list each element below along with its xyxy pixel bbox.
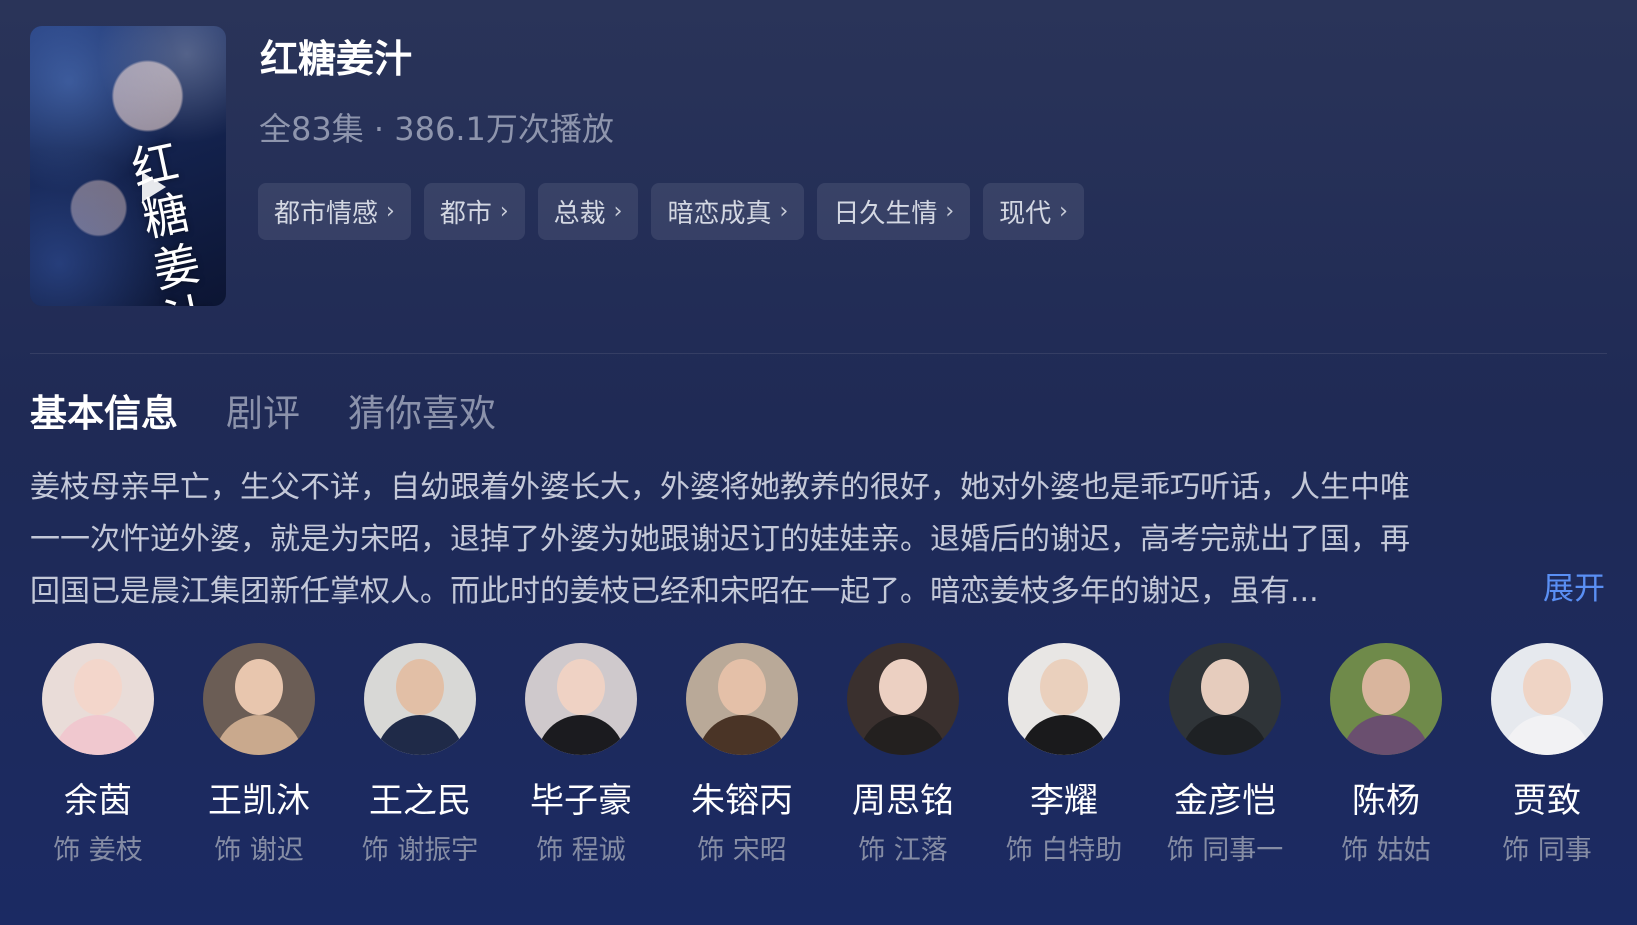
cast-name: 贾致 <box>1513 781 1581 821</box>
cast-name: 金彦恺 <box>1174 781 1276 821</box>
avatar-body-shape <box>859 715 947 755</box>
cast-role: 饰 谢迟 <box>214 835 304 866</box>
cast-name: 毕子豪 <box>530 781 632 821</box>
cast-name: 陈杨 <box>1352 781 1420 821</box>
avatar-head-shape <box>1201 659 1249 715</box>
cast-name: 王凯沐 <box>208 781 310 821</box>
info-tabs: 基本信息 剧评 猜你喜欢 <box>30 383 496 437</box>
cast-role: 饰 宋昭 <box>697 835 787 866</box>
cast-name: 李耀 <box>1030 781 1098 821</box>
avatar <box>364 643 476 755</box>
avatar <box>686 643 798 755</box>
tab-basic-info[interactable]: 基本信息 <box>30 383 178 437</box>
avatar <box>1008 643 1120 755</box>
expand-button[interactable]: 展开 <box>1543 563 1605 608</box>
chevron-right-icon: › <box>1059 199 1068 224</box>
cast-role: 饰 姜枝 <box>53 835 143 866</box>
cast-list: 余茵饰 姜枝 王凯沐饰 谢迟 王之民饰 谢振宇 毕子豪饰 程诚 朱镕丙饰 宋昭 周思铭饰 … <box>0 643 1637 883</box>
tag-label: 现代 <box>999 199 1052 229</box>
cast-name: 周思铭 <box>852 781 954 821</box>
avatar <box>1330 643 1442 755</box>
chevron-right-icon: › <box>499 199 509 224</box>
avatar-head-shape <box>1040 659 1088 715</box>
cast-role: 饰 程诚 <box>536 835 626 866</box>
synopsis-line: 姜枝母亲早亡，生父不详，自幼跟着外婆长大，外婆将她教养的很好，她对外婆也是乖巧听… <box>30 470 1410 505</box>
tag-label: 暗恋成真 <box>667 199 772 229</box>
avatar-head-shape <box>1523 659 1571 715</box>
avatar <box>42 643 154 755</box>
cast-role: 饰 同事 <box>1502 835 1592 866</box>
cast-role: 饰 同事一 <box>1166 835 1284 866</box>
avatar-body-shape <box>537 715 625 755</box>
avatar <box>1169 643 1281 755</box>
cast-name: 余茵 <box>64 781 132 821</box>
tag-chip[interactable]: 都市 › <box>423 183 525 240</box>
drama-header: 红糖姜汁 红糖姜汁 全83集 · 386.1万次播放 都市情感 › 都市 › 总… <box>0 0 1637 345</box>
section-divider <box>30 353 1607 354</box>
avatar <box>203 643 315 755</box>
chevron-right-icon: › <box>386 199 395 224</box>
tag-label: 都市 <box>439 199 492 229</box>
cast-role: 饰 白特助 <box>1005 835 1123 866</box>
avatar-body-shape <box>1181 715 1269 755</box>
play-icon[interactable] <box>142 172 166 202</box>
avatar-head-shape <box>396 659 444 715</box>
avatar-head-shape <box>74 659 122 715</box>
synopsis-line: 一一次忤逆外婆，就是为宋昭，退掉了外婆为她跟谢迟订的娃娃亲。退婚后的谢迟，高考完… <box>30 522 1410 557</box>
avatar <box>847 643 959 755</box>
drama-poster[interactable]: 红糖姜汁 <box>30 26 226 306</box>
avatar-body-shape <box>1342 715 1430 755</box>
tag-list: 都市情感 › 都市 › 总裁 › 暗恋成真 › 日久生情 › 现代 › <box>258 183 1084 240</box>
drama-title: 红糖姜汁 <box>260 37 413 81</box>
cast-role: 饰 姑姑 <box>1341 835 1431 866</box>
avatar-body-shape <box>215 715 303 755</box>
avatar-body-shape <box>1503 715 1591 755</box>
avatar-body-shape <box>698 715 786 755</box>
tab-recommendations[interactable]: 猜你喜欢 <box>348 383 496 437</box>
tag-chip[interactable]: 总裁 › <box>537 183 639 240</box>
avatar-head-shape <box>718 659 766 715</box>
cast-name: 朱镕丙 <box>691 781 793 821</box>
avatar <box>1491 643 1603 755</box>
avatar-body-shape <box>54 715 142 755</box>
tag-label: 日久生情 <box>833 199 938 229</box>
chevron-right-icon: › <box>613 199 623 224</box>
synopsis-text: 姜枝母亲早亡，生父不详，自幼跟着外婆长大，外婆将她教养的很好，她对外婆也是乖巧听… <box>30 462 1605 618</box>
avatar-head-shape <box>235 659 283 715</box>
avatar-body-shape <box>1020 715 1108 755</box>
tag-chip[interactable]: 现代 › <box>983 183 1084 240</box>
tag-label: 都市情感 <box>274 199 379 229</box>
chevron-right-icon: › <box>779 199 789 224</box>
chevron-right-icon: › <box>945 199 955 224</box>
cast-name: 王之民 <box>369 781 471 821</box>
avatar-head-shape <box>879 659 927 715</box>
avatar-body-shape <box>376 715 464 755</box>
tag-chip[interactable]: 暗恋成真 › <box>651 183 805 240</box>
tag-chip[interactable]: 日久生情 › <box>817 183 971 240</box>
synopsis-line: 回国已是晨江集团新任掌权人。而此时的姜枝已经和宋昭在一起了。暗恋姜枝多年的谢迟，… <box>30 574 1319 609</box>
avatar-head-shape <box>1362 659 1410 715</box>
drama-meta: 全83集 · 386.1万次播放 <box>259 110 614 148</box>
cast-role: 饰 江落 <box>858 835 948 866</box>
tab-reviews[interactable]: 剧评 <box>226 383 300 437</box>
tag-label: 总裁 <box>553 199 606 229</box>
avatar-head-shape <box>557 659 605 715</box>
tag-chip[interactable]: 都市情感 › <box>258 183 411 240</box>
avatar <box>525 643 637 755</box>
cast-role: 饰 谢振宇 <box>361 835 479 866</box>
